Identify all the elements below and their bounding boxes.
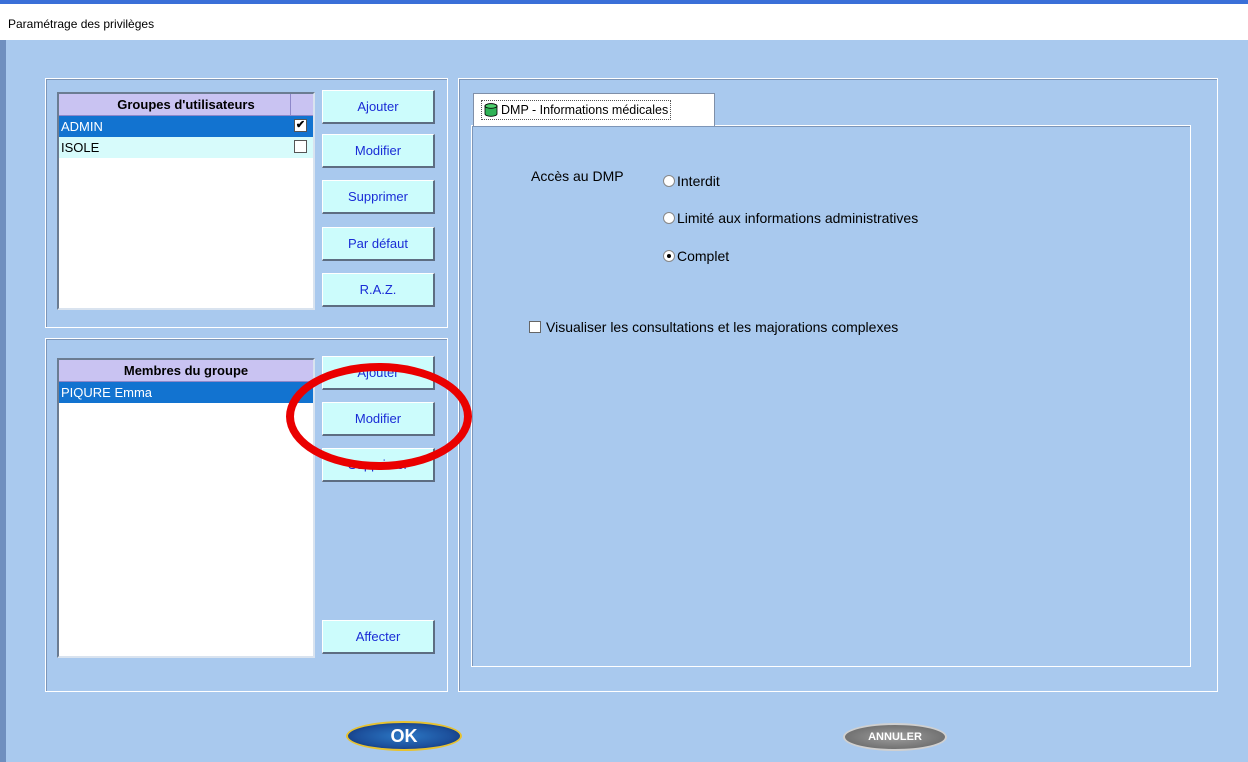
group-add-button[interactable]: Ajouter (322, 90, 435, 124)
visualiser-checkbox-label: Visualiser les consultations et les majo… (546, 319, 899, 335)
cancel-button[interactable]: ANNULER (843, 723, 947, 751)
tab-dmp-label: DMP - Informations médicales (501, 103, 669, 117)
groups-header-label: Groupes d'utilisateurs (117, 97, 255, 112)
tab-dmp[interactable]: DMP - Informations médicales (473, 93, 715, 126)
group-row-admin[interactable]: ADMIN ✔ (59, 116, 313, 137)
visualiser-checkbox[interactable] (529, 321, 541, 333)
group-default-button[interactable]: Par défaut (322, 227, 435, 261)
ok-button[interactable]: OK (346, 721, 462, 751)
member-assign-button[interactable]: Affecter (322, 620, 435, 654)
group-name: ADMIN (61, 119, 103, 134)
tab-content (471, 125, 1191, 667)
members-list-header: Membres du groupe (59, 360, 313, 382)
title-bar-accent (0, 0, 1248, 4)
group-delete-button[interactable]: Supprimer (322, 180, 435, 214)
members-list[interactable]: Membres du groupe PIQURE Emma (57, 358, 315, 658)
title-bar: Paramétrage des privilèges (0, 0, 1248, 40)
window-title: Paramétrage des privilèges (8, 17, 155, 31)
groups-header-check-column (290, 94, 313, 115)
highlight-annotation (286, 363, 472, 470)
radio-interdit[interactable] (663, 175, 675, 187)
group-checkbox[interactable] (294, 140, 307, 153)
member-name: PIQURE Emma (61, 385, 153, 400)
radio-limite-label: Limité aux informations administratives (677, 210, 919, 226)
groups-list-header: Groupes d'utilisateurs (59, 94, 313, 116)
database-icon (484, 103, 498, 117)
group-reset-button[interactable]: R.A.Z. (322, 273, 435, 307)
dmp-access-label: Accès au DMP (531, 168, 624, 184)
radio-complet[interactable] (663, 250, 675, 262)
group-checkbox[interactable]: ✔ (294, 119, 307, 132)
radio-limite[interactable] (663, 212, 675, 224)
tab-dmp-focus: DMP - Informations médicales (481, 100, 672, 120)
group-row-isole[interactable]: ISOLE (59, 137, 313, 158)
group-name: ISOLE (61, 140, 100, 155)
radio-complet-label: Complet (677, 248, 730, 264)
window-border (0, 40, 6, 762)
radio-interdit-label: Interdit (677, 173, 720, 189)
group-edit-button[interactable]: Modifier (322, 134, 435, 168)
members-header-label: Membres du groupe (123, 363, 249, 378)
groups-list[interactable]: Groupes d'utilisateurs ADMIN ✔ ISOLE (57, 92, 315, 310)
member-row[interactable]: PIQURE Emma (59, 382, 313, 403)
